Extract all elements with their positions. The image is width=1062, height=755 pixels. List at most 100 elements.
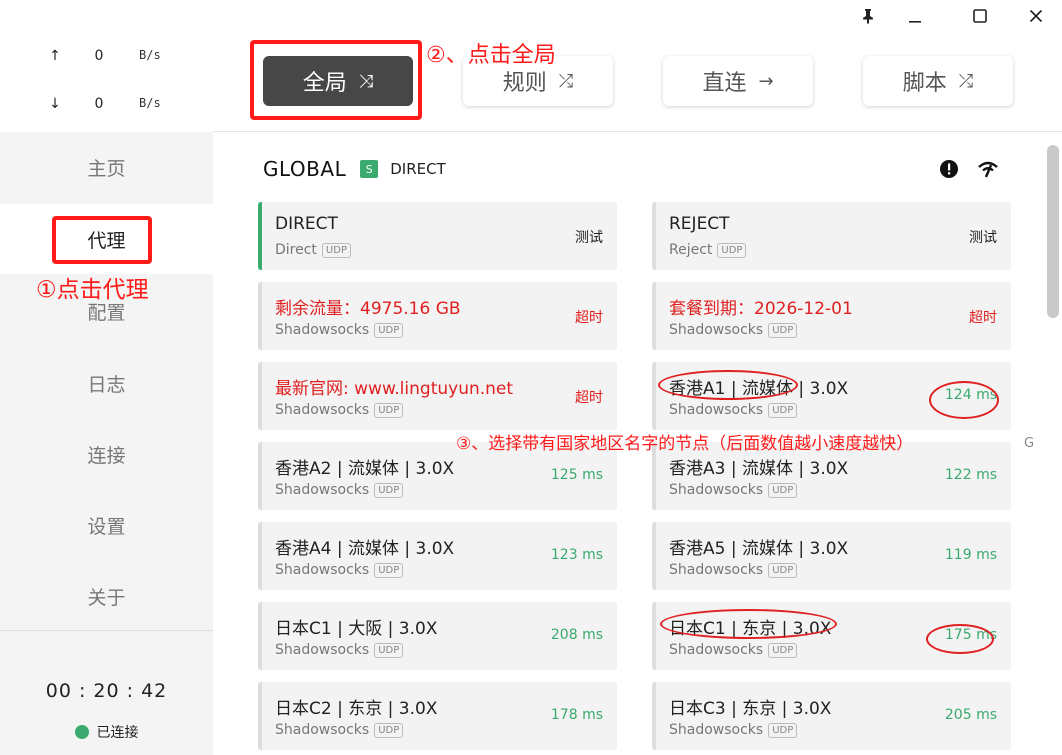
upload-unit: B/s [139, 48, 161, 62]
proxy-name: 香港A3 | 流媒体 | 3.0X [669, 459, 849, 479]
proxy-card[interactable]: 日本C2 | 东京 | 3.0X Shadowsocks UDP 178 ms [258, 682, 617, 750]
proxy-card[interactable]: REJECT Reject UDP 测试 [652, 202, 1011, 270]
proxy-type-label: Shadowsocks [669, 642, 764, 658]
proxy-latency[interactable]: 205 ms [945, 707, 997, 723]
proxy-name: DIRECT [275, 214, 338, 234]
udp-badge: UDP [374, 482, 404, 498]
split-arrow-icon: ⤮ [958, 70, 974, 92]
proxy-name: 最新官网: www.lingtuyun.net [275, 379, 514, 399]
latency-test-icon[interactable] [977, 159, 999, 179]
proxy-name: 日本C1 | 大阪 | 3.0X [275, 619, 438, 639]
upload-speed: ↑ 0 B/s [0, 48, 213, 68]
proxy-latency[interactable]: 178 ms [551, 707, 603, 723]
proxy-type: Shadowsocks UDP [669, 402, 798, 418]
group-title: GLOBAL [263, 157, 347, 181]
annotation-ellipse-hk-a1-latency [929, 381, 999, 419]
sidebar-item-connections[interactable]: 连接 [0, 419, 213, 489]
sidebar-item-about[interactable]: 关于 [0, 561, 213, 631]
proxy-card[interactable]: 剩余流量：4975.16 GB Shadowsocks UDP 超时 [258, 282, 617, 350]
mode-script-button[interactable]: 脚本 ⤮ [863, 56, 1013, 106]
proxy-type-label: Shadowsocks [669, 402, 764, 418]
proxy-type: Direct UDP [275, 242, 351, 258]
sidebar-item-settings[interactable]: 设置 [0, 490, 213, 560]
scrollbar[interactable] [1047, 145, 1059, 318]
proxy-type: Shadowsocks UDP [669, 562, 798, 578]
proxy-card[interactable]: 日本C3 | 东京 | 3.0X Shadowsocks UDP 205 ms [652, 682, 1011, 750]
proxy-type: Shadowsocks UDP [275, 722, 404, 738]
group-current-proxy: DIRECT [390, 160, 446, 178]
proxy-card[interactable]: 套餐到期：2026-12-01 Shadowsocks UDP 超时 [652, 282, 1011, 350]
udp-badge: UDP [321, 242, 351, 258]
proxy-name: 套餐到期：2026-12-01 [669, 299, 853, 319]
proxy-latency[interactable]: 超时 [575, 387, 603, 407]
proxy-type-label: Shadowsocks [275, 482, 370, 498]
proxy-latency[interactable]: 122 ms [945, 467, 997, 483]
sidebar-item-label: 主页 [87, 157, 126, 180]
proxy-latency[interactable]: 超时 [969, 307, 997, 327]
pin-icon[interactable] [853, 4, 883, 28]
title-bar [0, 0, 1062, 32]
upload-arrow-icon: ↑ [49, 48, 61, 64]
proxy-card[interactable]: 日本C1 | 大阪 | 3.0X Shadowsocks UDP 208 ms [258, 602, 617, 670]
sidebar-item-home[interactable]: 主页 [0, 132, 213, 202]
maximize-icon[interactable] [965, 4, 995, 28]
mode-rule-label: 规则 [502, 71, 547, 96]
connection-status: 已连接 [0, 722, 213, 742]
close-icon[interactable] [1021, 4, 1051, 28]
proxy-type-label: Shadowsocks [275, 322, 370, 338]
minimize-icon[interactable] [900, 4, 930, 28]
download-speed: ↓ 0 B/s [0, 96, 213, 116]
proxy-card[interactable]: 香港A4 | 流媒体 | 3.0X Shadowsocks UDP 123 ms [258, 522, 617, 590]
sidebar-item-logs[interactable]: 日志 [0, 348, 213, 418]
proxy-latency[interactable]: 125 ms [551, 467, 603, 483]
proxy-type-label: Direct [275, 242, 317, 258]
proxy-latency[interactable]: 208 ms [551, 627, 603, 643]
proxy-latency[interactable]: 119 ms [945, 547, 997, 563]
proxy-type-label: Shadowsocks [275, 722, 370, 738]
mode-script-label: 脚本 [902, 71, 947, 96]
mode-direct-button[interactable]: 直连 → [663, 56, 813, 106]
annotation-step2: ②、点击全局 [426, 43, 556, 68]
udp-badge: UDP [374, 642, 404, 658]
annotation-ellipse-jp-c1 [660, 609, 837, 639]
proxy-group-header[interactable]: GLOBAL S DIRECT [263, 157, 446, 181]
proxy-name: 香港A5 | 流媒体 | 3.0X [669, 539, 849, 559]
udp-badge: UDP [768, 482, 798, 498]
traffic-panel: ↑ 0 B/s ↓ 0 B/s [0, 32, 213, 132]
proxy-type-label: Shadowsocks [275, 562, 370, 578]
proxy-type: Shadowsocks UDP [275, 562, 404, 578]
proxy-latency[interactable]: 测试 [969, 227, 997, 247]
proxy-type-label: Shadowsocks [669, 482, 764, 498]
sidebar-item-label: 日志 [87, 373, 126, 396]
proxy-name: REJECT [669, 214, 730, 234]
download-value: 0 [94, 96, 104, 112]
udp-badge: UDP [768, 562, 798, 578]
connection-timer: 00 : 20 : 42 [45, 680, 168, 702]
proxy-type: Shadowsocks UDP [669, 322, 798, 338]
annotation-box-global [250, 40, 422, 120]
proxy-card[interactable]: 香港A5 | 流媒体 | 3.0X Shadowsocks UDP 119 ms [652, 522, 1011, 590]
proxy-latency[interactable]: 测试 [575, 227, 603, 247]
proxy-type: Shadowsocks UDP [275, 642, 404, 658]
proxy-name: 香港A2 | 流媒体 | 3.0X [275, 459, 455, 479]
proxy-type: Shadowsocks UDP [275, 322, 404, 338]
proxy-latency[interactable]: 超时 [575, 307, 603, 327]
annotation-step1: ①点击代理 [36, 277, 149, 303]
udp-badge: UDP [768, 722, 798, 738]
udp-badge: UDP [768, 402, 798, 418]
proxy-card[interactable]: DIRECT Direct UDP 测试 [258, 202, 617, 270]
udp-badge: UDP [374, 722, 404, 738]
annotation-ellipse-jp-c1-latency [926, 624, 994, 654]
proxy-name: 香港A4 | 流媒体 | 3.0X [275, 539, 455, 559]
proxy-latency[interactable]: 123 ms [551, 547, 603, 563]
alert-icon[interactable] [939, 159, 959, 179]
proxy-type: Reject UDP [669, 242, 747, 258]
sidebar-item-label: 关于 [87, 586, 126, 609]
sidebar-item-label: 设置 [87, 515, 126, 538]
udp-badge: UDP [768, 322, 798, 338]
proxy-type-label: Shadowsocks [275, 642, 370, 658]
split-arrow-icon: ⤮ [558, 70, 574, 92]
upload-value: 0 [94, 48, 104, 64]
proxy-card[interactable]: 最新官网: www.lingtuyun.net Shadowsocks UDP 超时 [258, 362, 617, 430]
download-arrow-icon: ↓ [49, 96, 61, 112]
